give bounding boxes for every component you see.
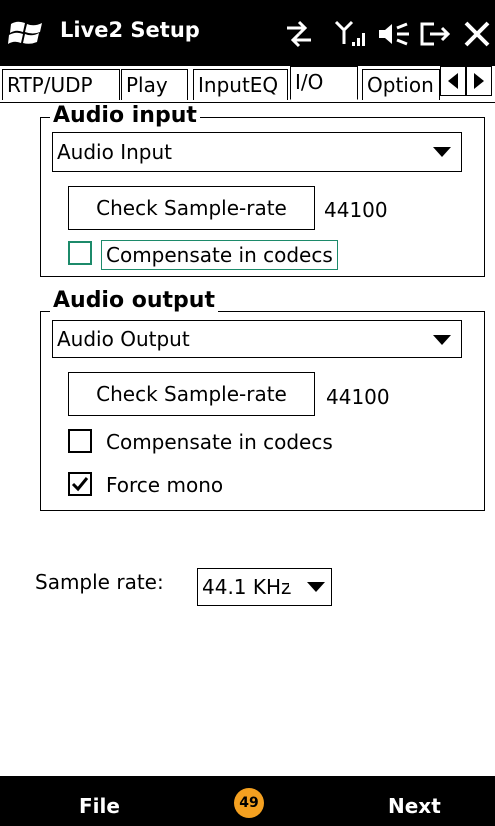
audio-input-compensate-label: Compensate in codecs xyxy=(101,240,338,270)
audio-output-device-select[interactable]: Audio Output xyxy=(52,320,462,358)
tab-rtp-udp[interactable]: RTP/UDP xyxy=(2,69,120,100)
tab-options[interactable]: Option xyxy=(362,69,440,100)
data-connection-icon xyxy=(287,20,311,48)
force-mono-checkbox[interactable] xyxy=(68,472,92,496)
battery-icon xyxy=(420,22,451,46)
force-mono-label: Force mono xyxy=(106,473,224,497)
signal-strength-icon xyxy=(334,20,365,46)
tab-scroll-right-button[interactable] xyxy=(466,66,492,96)
checkmark-icon xyxy=(71,477,89,492)
tab-scroll-left-button[interactable] xyxy=(440,66,466,96)
audio-output-sample-rate-value: 44100 xyxy=(326,385,390,409)
audio-output-check-sample-rate-button[interactable]: Check Sample-rate xyxy=(68,372,315,416)
softkey-bar: File 49 Next xyxy=(0,776,495,826)
sample-rate-value: 44.1 KHz xyxy=(202,575,292,599)
sample-rate-select[interactable]: 44.1 KHz xyxy=(197,568,332,606)
windows-flag-icon[interactable] xyxy=(8,18,46,48)
chevron-down-icon xyxy=(433,335,451,345)
close-icon[interactable] xyxy=(462,16,492,52)
audio-output-compensate-label: Compensate in codecs xyxy=(106,430,333,454)
sample-rate-label: Sample rate: xyxy=(35,570,164,594)
window-title: Live2 Setup xyxy=(60,18,200,42)
audio-input-check-sample-rate-button[interactable]: Check Sample-rate xyxy=(68,186,315,230)
audio-output-device-value: Audio Output xyxy=(57,327,190,351)
file-softkey[interactable]: File xyxy=(79,794,120,818)
audio-input-legend: Audio input xyxy=(50,103,200,129)
audio-input-device-select[interactable]: Audio Input xyxy=(52,132,462,172)
triangle-right-icon xyxy=(474,73,484,89)
notification-badge-icon[interactable]: 49 xyxy=(234,788,264,818)
chevron-down-icon xyxy=(433,147,451,157)
tab-inputeq[interactable]: InputEQ xyxy=(193,69,288,100)
tab-io[interactable]: I/O xyxy=(290,66,358,100)
notification-badge-count: 49 xyxy=(239,795,259,811)
triangle-left-icon xyxy=(448,73,458,89)
audio-output-legend: Audio output xyxy=(50,288,218,314)
audio-input-device-value: Audio Input xyxy=(57,140,172,164)
chevron-down-icon xyxy=(307,582,325,592)
audio-output-compensate-checkbox[interactable] xyxy=(68,429,92,453)
title-bar: Live2 Setup xyxy=(0,0,495,66)
volume-icon xyxy=(379,22,409,46)
audio-input-compensate-checkbox[interactable] xyxy=(68,241,92,265)
audio-input-sample-rate-value: 44100 xyxy=(324,198,388,222)
tab-play[interactable]: Play xyxy=(121,69,188,100)
next-softkey[interactable]: Next xyxy=(388,794,441,818)
